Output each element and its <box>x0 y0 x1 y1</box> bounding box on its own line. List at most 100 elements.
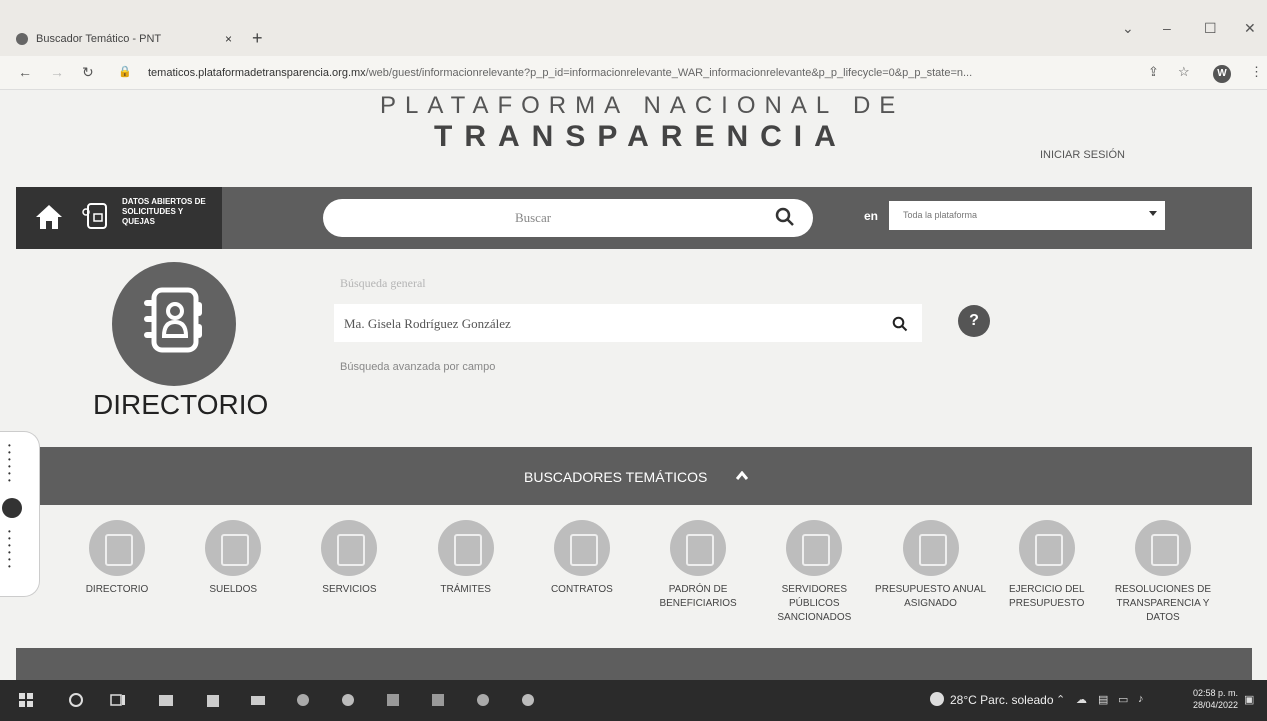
theme-padron[interactable]: PADRÓN DE BENEFICIARIOS <box>641 520 755 640</box>
photos-icon[interactable] <box>295 692 311 708</box>
reload-icon[interactable]: ↻ <box>82 64 94 81</box>
share-icon[interactable]: ⇪ <box>1148 64 1159 80</box>
search-icon[interactable] <box>775 207 795 227</box>
network-icon[interactable]: ▤ <box>1098 693 1108 706</box>
theme-label: PRESUPUESTO ANUAL ASIGNADO <box>875 584 987 609</box>
edge-icon[interactable] <box>340 692 356 708</box>
accessibility-icon[interactable] <box>2 498 22 518</box>
new-tab-button[interactable]: + <box>252 28 263 49</box>
general-search-value: Ma. Gisela Rodríguez González <box>344 316 511 331</box>
drag-dots-icon: • • • • • • <box>8 527 11 571</box>
budget-icon <box>902 520 959 576</box>
volume-icon[interactable]: ♪ <box>1138 693 1144 705</box>
theme-label: SUELDOS <box>209 584 258 595</box>
salary-icon <box>205 520 262 576</box>
theme-label: EJERCICIO DEL PRESUPUESTO <box>1008 584 1085 609</box>
theme-sueldos[interactable]: SUELDOS <box>176 520 290 640</box>
help-button[interactable]: ? <box>958 305 990 337</box>
address-book-icon <box>144 287 202 353</box>
profile-avatar[interactable]: W <box>1213 65 1231 83</box>
menu-icon[interactable]: ⋮ <box>1250 64 1263 80</box>
theme-presupuesto[interactable]: PRESUPUESTO ANUAL ASIGNADO <box>874 520 988 640</box>
word-icon[interactable] <box>385 692 401 708</box>
forward-icon[interactable]: → <box>50 64 64 80</box>
onedrive-icon[interactable]: ☁ <box>1076 693 1087 706</box>
brand-line2: TRANSPARENCIA <box>434 120 848 153</box>
sanctioned-icon <box>786 520 843 576</box>
theme-tramites[interactable]: TRÁMITES <box>409 520 523 640</box>
chevron-down-icon <box>1149 211 1157 216</box>
theme-resoluciones[interactable]: RESOLUCIONES DE TRANSPARENCIA Y DATOS <box>1106 520 1220 640</box>
search-placeholder: Buscar <box>514 210 552 225</box>
global-search-input[interactable]: Buscar <box>323 199 813 237</box>
task-view-icon[interactable] <box>110 692 126 708</box>
store-icon[interactable] <box>205 692 221 708</box>
windows-start-icon[interactable] <box>18 692 34 708</box>
weather-text: 28°C Parc. soleado <box>950 693 1054 707</box>
back-icon[interactable]: ← <box>18 64 32 80</box>
section-title: DIRECTORIO <box>93 389 269 420</box>
home-icon[interactable] <box>34 203 64 231</box>
minimize-icon[interactable]: – <box>1163 20 1171 36</box>
directorio-emblem <box>112 262 236 386</box>
scope-select[interactable]: Toda la plataforma <box>889 201 1165 230</box>
lock-icon: 🔒 <box>118 66 132 78</box>
theme-label: SERVICIOS <box>322 584 377 595</box>
thematic-label: BUSCADORES TEMÁTICOS <box>524 469 708 485</box>
theme-label: PADRÓN DE BENEFICIARIOS <box>659 584 737 609</box>
brand-line1: PLATAFORMA NACIONAL DE <box>380 92 905 119</box>
theme-servicios[interactable]: SERVICIOS <box>292 520 406 640</box>
theme-sancionados[interactable]: SERVIDORES PÚBLICOS SANCIONADOS <box>757 520 871 640</box>
clock-date: 28/04/2022 <box>1193 700 1239 710</box>
maximize-icon[interactable]: ☐ <box>1204 20 1217 37</box>
bookmark-star-icon[interactable]: ☆ <box>1178 64 1190 80</box>
search-icon[interactable] <box>68 692 84 708</box>
directorio-icon <box>89 520 145 576</box>
display-icon[interactable]: ▭ <box>1118 693 1128 706</box>
theme-ejercicio[interactable]: EJERCICIO DEL PRESUPUESTO <box>990 520 1104 640</box>
theme-label: TRÁMITES <box>440 584 491 595</box>
open-data-icon[interactable] <box>80 200 112 232</box>
footer-band <box>16 648 1252 680</box>
tab-close-icon[interactable]: × <box>225 32 232 46</box>
close-window-icon[interactable]: ✕ <box>1244 20 1256 37</box>
general-search-field[interactable]: Ma. Gisela Rodríguez González <box>334 304 922 342</box>
weather-widget[interactable]: 28°C Parc. soleado <box>930 692 1054 707</box>
drag-dots-icon: • • • • • • <box>8 441 11 485</box>
tab-title: Buscador Temático - PNT <box>36 33 162 45</box>
excel-icon[interactable] <box>430 692 446 708</box>
file-explorer-icon[interactable] <box>158 692 174 708</box>
general-search-label: Búsqueda general <box>340 276 426 290</box>
tab-search-icon[interactable]: ⌄ <box>1122 20 1134 37</box>
chrome-icon[interactable] <box>520 692 536 708</box>
contracts-icon <box>553 520 610 576</box>
url-path: /web/guest/informacionrelevante?p_p_id=i… <box>365 67 973 79</box>
datos-abiertos-link[interactable]: DATOS ABIERTOS DE SOLICITUDES Y QUEJAS <box>122 197 212 227</box>
notifications-icon[interactable]: ▣ <box>1244 693 1254 706</box>
url-host: tematicos.plataformadetransparencia.org.… <box>148 67 366 79</box>
weather-icon <box>930 692 944 706</box>
gavel-icon <box>1134 520 1191 576</box>
thematic-toggle-bar[interactable]: BUSCADORES TEMÁTICOS <box>16 447 1252 505</box>
theme-label: CONTRATOS <box>550 584 613 595</box>
system-clock[interactable]: 02:58 p. m. 28/04/2022 <box>1193 687 1238 711</box>
login-link[interactable]: INICIAR SESIÓN <box>1040 149 1125 161</box>
url-field[interactable]: tematicos.plataformadetransparencia.org.… <box>148 67 1068 79</box>
theme-label: RESOLUCIONES DE TRANSPARENCIA Y DATOS <box>1114 584 1212 623</box>
accessibility-tab[interactable]: • • • • • • • • • • • • <box>0 431 40 597</box>
theme-label: DIRECTORIO <box>85 584 149 595</box>
advanced-search-link[interactable]: Búsqueda avanzada por campo <box>340 361 495 373</box>
mail-icon[interactable] <box>250 692 266 708</box>
chevron-up-icon[interactable] <box>736 471 748 481</box>
chrome-icon[interactable] <box>475 692 491 708</box>
globe-icon <box>16 33 28 45</box>
search-icon[interactable] <box>892 316 908 332</box>
browser-tab[interactable]: Buscador Temático - PNT × <box>16 22 244 56</box>
theme-directorio[interactable]: DIRECTORIO <box>60 520 174 640</box>
procedures-icon <box>437 520 494 576</box>
theme-contratos[interactable]: CONTRATOS <box>525 520 639 640</box>
tray-chevron-icon[interactable]: ⌃ <box>1056 693 1065 706</box>
beneficiaries-icon <box>670 520 727 576</box>
thematic-list: DIRECTORIO SUELDOS SERVICIOS TRÁMITES CO… <box>60 520 1220 640</box>
scope-value: Toda la plataforma <box>903 210 978 220</box>
